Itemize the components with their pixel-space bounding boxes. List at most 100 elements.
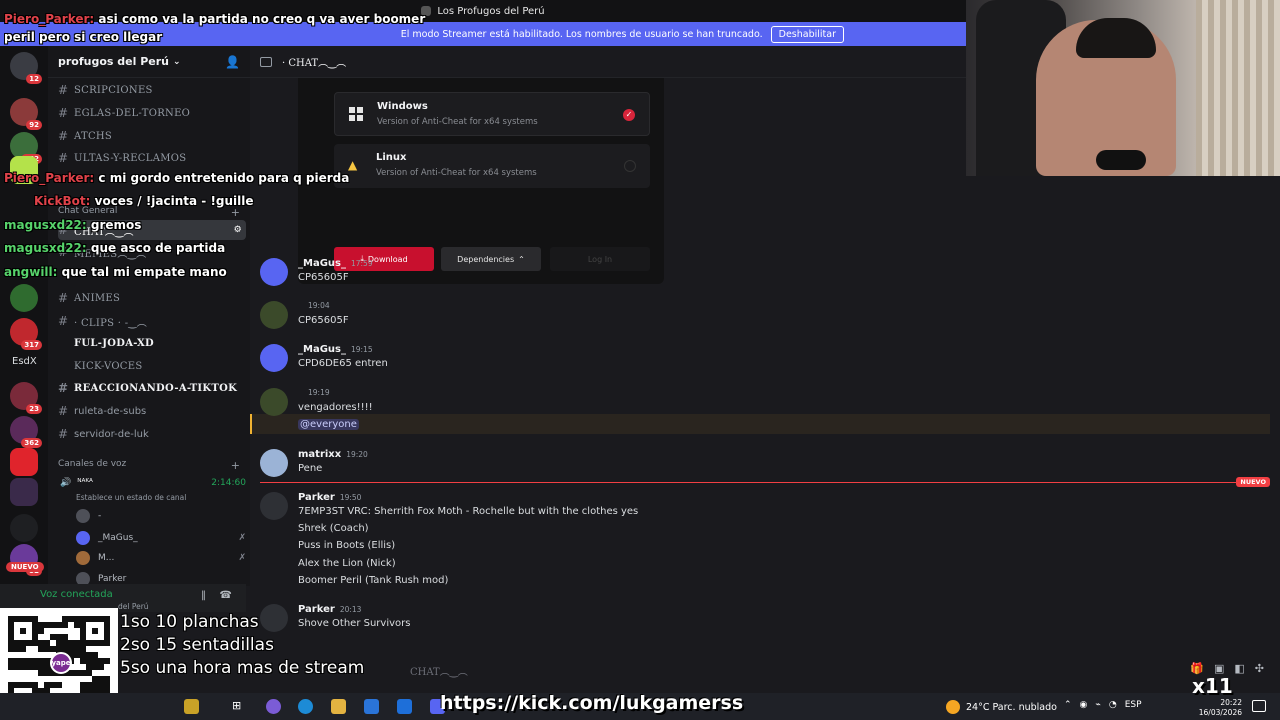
message-author[interactable]: Parker — [298, 492, 335, 503]
message-input[interactable]: CHAT︵‿︵ — [250, 656, 1280, 684]
dependencies-button[interactable]: Dependencies ⌃ — [441, 247, 541, 271]
weather-widget[interactable]: 24°C Parc. nublado — [946, 700, 1057, 714]
sticker-icon[interactable]: ◧ — [1234, 662, 1244, 675]
server-item[interactable] — [10, 448, 38, 476]
message-author[interactable]: Parker — [298, 604, 335, 615]
voice-user[interactable]: M... ✗ — [60, 549, 246, 567]
overlay-message: angwill: que tal mi empate mano — [4, 265, 227, 279]
message-author[interactable]: matrixx — [298, 449, 341, 460]
message-time: 19:15 — [350, 345, 373, 354]
window-title: Los Profugos del Perú — [437, 5, 545, 17]
message-text: Puss in Boots (Ellis) — [298, 540, 396, 551]
server-item[interactable]: 317 — [10, 318, 42, 350]
channel-label: REACCIONANDO-A-TIKTOK — [74, 382, 238, 394]
disable-streamer-button[interactable]: Deshabilitar — [770, 25, 844, 43]
stream-goal: 2so 15 sentadillas — [120, 635, 274, 655]
voice-user-name: Parker — [98, 574, 127, 584]
store-icon[interactable] — [364, 699, 379, 714]
voice-user[interactable]: _MaGus_ ✗ — [60, 529, 246, 547]
message-time: 19:20 — [346, 450, 368, 459]
channel-item[interactable]: # REACCIONANDO-A-TIKTOK — [58, 378, 246, 398]
overlay-message: Piero_Parker: c mi gordo entretenido par… — [4, 171, 349, 185]
qr-label: yape — [51, 659, 71, 667]
task-view-icon[interactable]: ⊞ — [232, 699, 247, 714]
channel-item[interactable]: # · CLIPS · -‿︵ — [58, 311, 246, 331]
mention-badge: 362 — [21, 438, 42, 448]
overlay-user: magusxd22: — [4, 241, 87, 255]
weather-icon — [946, 700, 960, 714]
overlay-message: KickBot: voces / !jacinta - !guille — [34, 194, 254, 208]
stream-goal: 1so 10 planchas — [120, 612, 259, 632]
overlay-user: angwill: — [4, 265, 58, 279]
network-icon[interactable]: ⌁ — [1095, 700, 1100, 710]
voice-status-prompt[interactable]: Establece un estado de canal — [60, 488, 246, 506]
clock-time: 20:22 — [1220, 698, 1242, 707]
new-messages-label: NUEVO — [1236, 477, 1270, 487]
screen: Los Profugos del Perú El modo Streamer e… — [0, 0, 1280, 720]
channel-label: ruleta-de-subs — [74, 405, 147, 417]
avatar — [260, 449, 288, 477]
overlay-text: asi como va la partida no creo q va aver… — [98, 12, 426, 26]
message-input-placeholder: CHAT︵‿︵ — [410, 666, 468, 678]
channel-item[interactable]: FUL-JODA-XD — [58, 333, 246, 353]
system-tray: ⌃ ◉ ⌁ ◔ ESP — [1064, 700, 1142, 710]
chevron-up-icon[interactable]: ⌃ — [1064, 700, 1072, 710]
edge-icon[interactable] — [298, 699, 313, 714]
channel-label: KICK-VOCES — [74, 360, 143, 372]
dependencies-label: Dependencies — [457, 254, 515, 264]
message-author[interactable]: _MaGus_ — [298, 344, 346, 355]
voice-user-name: - — [98, 511, 102, 521]
server-item[interactable] — [10, 478, 38, 506]
server-item[interactable] — [10, 514, 38, 542]
overlay-user: Piero_Parker: — [4, 12, 95, 26]
message-text: Shrek (Coach) — [298, 523, 369, 534]
hash-icon: # — [58, 381, 69, 395]
server-item-text[interactable]: EsdX — [12, 356, 37, 367]
everyone-mention[interactable]: @everyone — [298, 419, 359, 430]
obs-icon[interactable]: ◉ — [1080, 700, 1088, 710]
message-text: 7EMP3ST VRC: Sherrith Fox Moth - Rochell… — [298, 506, 639, 517]
voice-user-name: M... — [98, 553, 115, 563]
voice-user[interactable]: - — [60, 507, 246, 525]
message-text: Shove Other Survivors — [298, 618, 411, 629]
message-text: CPD6DE65 entren — [298, 358, 388, 369]
avatar — [260, 492, 288, 520]
overlay-message: magusxd22: que asco de partida — [4, 241, 225, 255]
channel-item[interactable]: KICK-VOCES — [58, 356, 246, 376]
overlay-user: KickBot: — [34, 194, 91, 208]
message-text: Alex the Lion (Nick) — [298, 558, 396, 569]
avatar — [76, 531, 90, 545]
message-text: vengadores!!!! — [298, 402, 373, 413]
folder-icon[interactable] — [331, 699, 346, 714]
message-time: 20:13 — [339, 605, 362, 614]
overlay-message: Piero_Parker: asi como va la partida no … — [4, 12, 425, 26]
server-item[interactable]: 362 — [10, 416, 42, 448]
message-time: 19:50 — [339, 493, 362, 502]
apps-icon[interactable]: ✣ — [1255, 662, 1264, 675]
clock[interactable]: 20:22 16/03/2026 — [1196, 698, 1242, 718]
mention-highlight — [250, 414, 1270, 434]
channel-item[interactable]: # servidor-de-luk — [58, 424, 246, 444]
add-channel-icon[interactable]: + — [231, 459, 240, 472]
weather-text: 24°C Parc. nublado — [966, 701, 1057, 713]
category-voice[interactable]: Canales de voz + — [58, 459, 240, 472]
voice-user-name: _MaGus_ — [98, 533, 138, 543]
avatar — [76, 509, 90, 523]
language-indicator[interactable]: ESP — [1125, 700, 1142, 710]
copilot-icon[interactable] — [266, 699, 281, 714]
volume-icon[interactable]: ◔ — [1109, 700, 1117, 710]
notification-icon[interactable] — [1252, 700, 1266, 712]
message-text: CP65605F — [298, 315, 349, 326]
overlay-text: c mi gordo entretenido para q pierda — [98, 171, 350, 185]
sparkle-icon[interactable] — [184, 699, 199, 714]
mail-icon[interactable] — [397, 699, 412, 714]
kick-link: https://kick.com/lukgamerss — [440, 692, 744, 714]
channel-label: FUL-JODA-XD — [74, 337, 155, 349]
check-icon: ✓ — [623, 109, 635, 121]
disconnect-icon[interactable]: ☎ — [220, 590, 232, 601]
login-button[interactable]: Log In — [550, 247, 650, 271]
channel-item[interactable]: # ruleta-de-subs — [58, 401, 246, 421]
message-time: 19:04 — [308, 301, 330, 310]
overlay-user: Piero_Parker: — [4, 171, 95, 185]
server-item[interactable]: 23 — [10, 382, 42, 414]
